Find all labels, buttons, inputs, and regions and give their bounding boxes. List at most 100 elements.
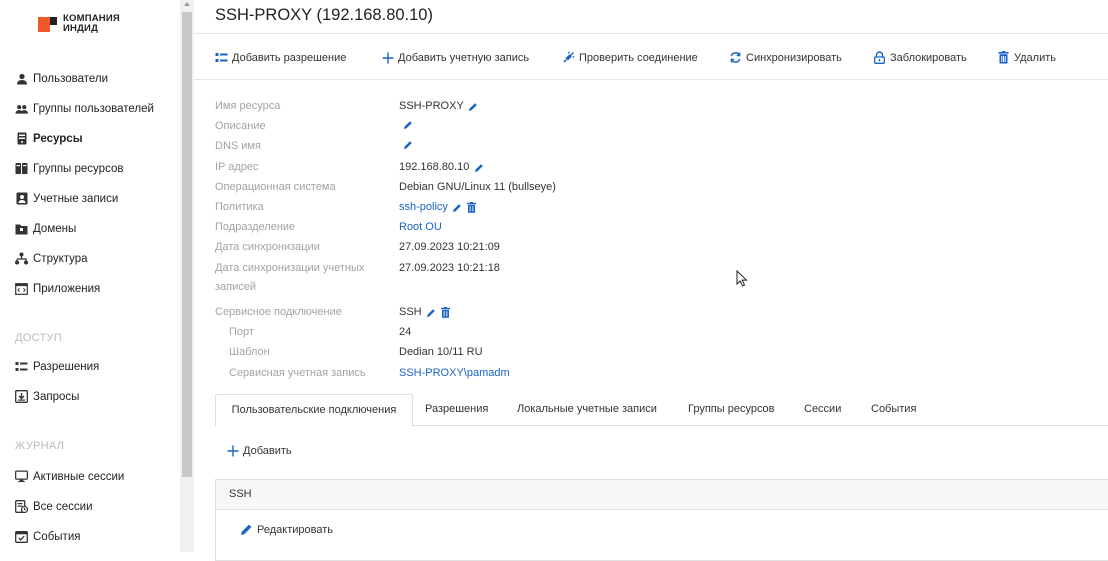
edit-pencil-icon[interactable] xyxy=(426,307,437,318)
tab-sessions[interactable]: Сессии xyxy=(804,394,841,425)
description-value xyxy=(399,119,413,130)
ip-address-value: 192.168.80.10 xyxy=(399,160,484,175)
sidebar-item-user-groups[interactable]: Группы пользователей xyxy=(15,102,154,115)
section-access-heading: ДОСТУП xyxy=(15,332,62,344)
edit-pencil-icon xyxy=(240,523,253,536)
ip-address-label: IP адрес xyxy=(215,161,259,173)
folder-icon xyxy=(15,222,28,235)
edit-pencil-icon[interactable] xyxy=(402,139,413,150)
connection-panel: SSH Редактировать xyxy=(215,479,1108,561)
logo-mark-icon xyxy=(38,16,57,32)
sidebar-item-label: События xyxy=(33,530,81,543)
permission-icon xyxy=(215,51,228,64)
resource-name-label: Имя ресурса xyxy=(215,100,281,112)
tab-events[interactable]: События xyxy=(871,394,916,425)
lock-icon xyxy=(873,51,886,64)
sync-button[interactable]: Синхронизировать xyxy=(729,51,842,64)
tab-local-accounts[interactable]: Локальные учетные записи xyxy=(517,394,657,425)
tab-resource-groups[interactable]: Группы ресурсов xyxy=(688,394,775,425)
account-sync-date-label-line-1: Дата синхронизации учетных xyxy=(215,262,365,274)
request-icon xyxy=(15,390,28,403)
add-permission-label: Добавить разрешение xyxy=(232,51,347,64)
scroll-up-arrow-icon[interactable] xyxy=(184,2,190,6)
sidebar-scroll-thumb[interactable] xyxy=(182,12,192,477)
sidebar-item-label: Пользователи xyxy=(33,72,109,85)
lock-button[interactable]: Заблокировать xyxy=(873,51,967,64)
check-connection-button[interactable]: Проверить соединение xyxy=(562,51,698,64)
sidebar-item-accounts[interactable]: Учетные записи xyxy=(15,192,118,205)
sidebar-item-resource-groups[interactable]: Группы ресурсов xyxy=(15,162,123,175)
sidebar-item-label: Группы пользователей xyxy=(33,102,154,115)
service-account-label: Сервисная учетная запись xyxy=(229,367,366,379)
service-connection-text: SSH xyxy=(399,306,422,318)
account-sync-date-value: 27.09.2023 10:21:18 xyxy=(399,262,500,274)
port-label: Порт xyxy=(229,326,254,338)
app-icon xyxy=(15,282,28,295)
edit-pencil-icon[interactable] xyxy=(468,101,479,112)
ip-address-text: 192.168.80.10 xyxy=(399,161,470,173)
sidebar-item-resources[interactable]: Ресурсы xyxy=(15,132,83,145)
sync-date-value: 27.09.2023 10:21:09 xyxy=(399,241,500,253)
edit-connection-label: Редактировать xyxy=(257,523,333,536)
edit-pencil-icon[interactable] xyxy=(473,162,484,173)
sidebar-item-label: Учетные записи xyxy=(33,192,119,205)
service-account-value: SSH-PROXY\pamadm xyxy=(399,366,510,381)
users-icon xyxy=(15,102,28,115)
account-sync-date-label-line-2: записей xyxy=(215,281,257,293)
add-account-button[interactable]: Добавить учетную запись xyxy=(381,51,529,64)
sidebar-item-structure[interactable]: Структура xyxy=(15,252,88,265)
sidebar-item-label: Домены xyxy=(33,222,77,235)
sidebar-item-label: Все сессии xyxy=(33,500,93,513)
delete-button[interactable]: Удалить xyxy=(997,51,1056,64)
sidebar: КОМПАНИЯ ИНДИД Пользователи Группы польз… xyxy=(0,0,180,552)
service-connection-label: Сервисное подключение xyxy=(215,306,342,318)
sidebar-item-label: Разрешения xyxy=(33,360,100,373)
service-connection-value: SSH xyxy=(399,305,451,320)
tab-permissions[interactable]: Разрешения xyxy=(425,394,488,425)
resource-name-value: SSH-PROXY xyxy=(399,99,479,114)
delete-label: Удалить xyxy=(1014,51,1056,64)
resource-tabs: Пользовательские подключения Разрешения … xyxy=(215,394,1108,427)
add-connection-button[interactable]: Добавить xyxy=(227,445,292,457)
dns-name-value xyxy=(399,139,413,150)
policy-link[interactable]: ssh-policy xyxy=(399,200,448,215)
sidebar-item-requests[interactable]: Запросы xyxy=(15,390,79,403)
template-label: Шаблон xyxy=(229,346,270,358)
toolbar-divider xyxy=(194,79,1108,80)
sidebar-item-active-sessions[interactable]: Активные сессии xyxy=(15,470,124,483)
sidebar-item-label: Структура xyxy=(33,252,88,265)
sidebar-item-events[interactable]: События xyxy=(15,530,80,543)
add-account-label: Добавить учетную запись xyxy=(398,51,530,64)
resource-name-text: SSH-PROXY xyxy=(399,100,464,112)
sync-label: Синхронизировать xyxy=(746,51,842,64)
structure-icon xyxy=(15,252,28,265)
add-connection-label: Добавить xyxy=(243,445,292,457)
ou-value: Root OU xyxy=(399,220,442,235)
trash-icon[interactable] xyxy=(466,202,477,213)
sidebar-item-label: Активные сессии xyxy=(33,470,125,483)
trash-icon[interactable] xyxy=(440,307,451,318)
company-logo[interactable]: КОМПАНИЯ ИНДИД xyxy=(38,14,120,34)
trash-icon xyxy=(997,51,1010,64)
ou-link[interactable]: Root OU xyxy=(399,220,442,235)
description-label: Описание xyxy=(215,120,266,132)
service-account-link[interactable]: SSH-PROXY\pamadm xyxy=(399,366,510,381)
sidebar-item-domains[interactable]: Домены xyxy=(15,222,76,235)
sidebar-item-users[interactable]: Пользователи xyxy=(15,72,108,85)
add-permission-button[interactable]: Добавить разрешение xyxy=(215,51,346,64)
lock-label: Заблокировать xyxy=(890,51,967,64)
sync-date-label: Дата синхронизации xyxy=(215,241,320,253)
edit-connection-button[interactable]: Редактировать xyxy=(240,523,333,536)
sidebar-item-label: Приложения xyxy=(33,282,101,295)
policy-value: ssh-policy xyxy=(399,200,477,215)
sidebar-item-label: Группы ресурсов xyxy=(33,162,124,175)
edit-pencil-icon[interactable] xyxy=(402,119,413,130)
ou-label: Подразделение xyxy=(215,221,296,233)
sidebar-item-applications[interactable]: Приложения xyxy=(15,282,100,295)
sidebar-item-all-sessions[interactable]: Все сессии xyxy=(15,500,93,513)
sidebar-item-permissions[interactable]: Разрешения xyxy=(15,360,99,373)
mouse-cursor-icon xyxy=(736,269,748,292)
edit-pencil-icon[interactable] xyxy=(452,202,463,213)
plus-icon xyxy=(381,51,394,64)
tab-user-connections[interactable]: Пользовательские подключения xyxy=(215,394,413,427)
